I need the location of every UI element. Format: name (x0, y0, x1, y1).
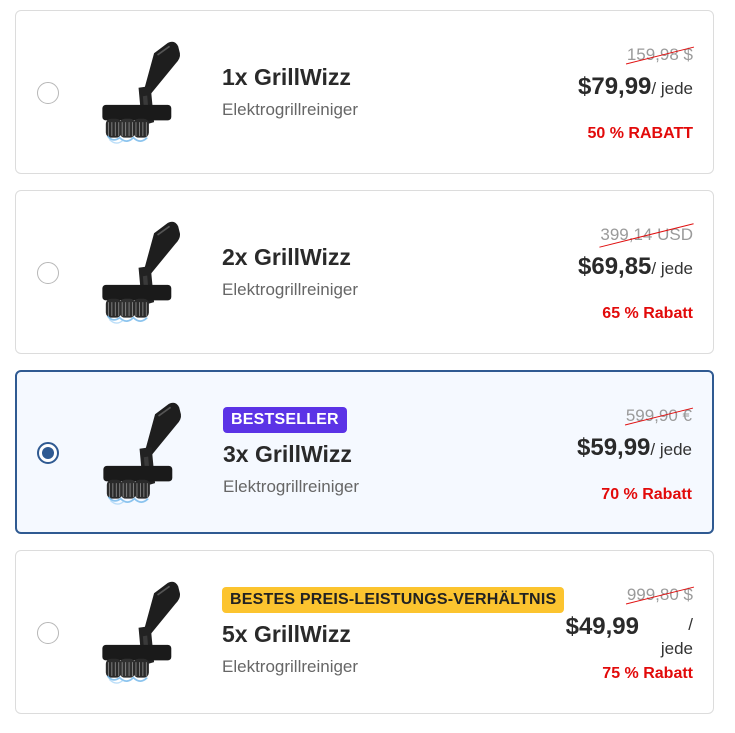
current-price: $79,99 (578, 73, 652, 100)
offer-subtitle: Elektrogrillreiniger (222, 100, 359, 119)
old-price: 159,98 $ (625, 45, 695, 65)
offer-card-4[interactable]: BESTES PREIS-LEISTUNGS-VERHÄLTNIS 5x Gri… (15, 550, 714, 714)
offer-badge: BESTSELLER (223, 407, 347, 433)
offer-title: 5x GrillWizz (222, 621, 351, 647)
price-unit: / jede (650, 440, 692, 459)
offer-radio[interactable] (37, 622, 59, 644)
discount-label: 75 % Rabatt (602, 665, 693, 682)
grill-cleaner-product-image (102, 401, 182, 505)
price-unit: / jede (651, 259, 693, 278)
offer-title: 3x GrillWizz (223, 441, 352, 467)
offer-subtitle: Elektrogrillreiniger (222, 280, 359, 299)
offer-radio[interactable] (37, 82, 59, 104)
price-row: $79,99/ jede (578, 73, 693, 101)
price-row: $49,99 / jede (566, 613, 693, 661)
offer-radio[interactable] (37, 442, 59, 464)
current-price: $69,85 (578, 253, 652, 280)
offer-card-2[interactable]: 2x GrillWizz Elektrogrillreiniger 399,14… (15, 190, 714, 354)
offer-info: 2x GrillWizz Elektrogrillreiniger (222, 191, 358, 353)
offer-info: 1x GrillWizz Elektrogrillreiniger (222, 11, 358, 173)
offer-card-3[interactable]: BESTSELLER 3x GrillWizz Elektrogrillrein… (15, 370, 714, 534)
price-unit: / jede (660, 615, 693, 658)
offer-info: BESTSELLER 3x GrillWizz Elektrogrillrein… (223, 372, 359, 532)
discount-label: 65 % Rabatt (602, 305, 693, 322)
discount-label: 70 % Rabatt (601, 486, 692, 503)
grill-cleaner-product-image (101, 220, 181, 324)
current-price: $59,99 (577, 434, 651, 461)
offer-subtitle: Elektrogrillreiniger (223, 477, 360, 496)
old-price: 999,80 $ (625, 585, 695, 605)
grill-cleaner-product-image (101, 580, 181, 684)
offer-title: 1x GrillWizz (222, 64, 351, 90)
old-price: 399,14 USD (599, 223, 694, 248)
old-price: 599,90 € (624, 406, 694, 426)
offer-radio[interactable] (37, 262, 59, 284)
price-row: $69,85/ jede (578, 253, 693, 281)
discount-label: 50 % RABATT (587, 125, 694, 142)
price-row: $59,99/ jede (577, 434, 692, 462)
offer-subtitle: Elektrogrillreiniger (222, 657, 359, 676)
current-price: $49,99 (565, 613, 639, 640)
offer-card-1[interactable]: 1x GrillWizz Elektrogrillreiniger 159,98… (15, 10, 714, 174)
grill-cleaner-product-image (101, 40, 181, 144)
offer-title: 2x GrillWizz (222, 244, 351, 270)
offer-badge: BESTES PREIS-LEISTUNGS-VERHÄLTNIS (222, 587, 565, 613)
price-unit: / jede (651, 79, 693, 98)
offer-info: BESTES PREIS-LEISTUNGS-VERHÄLTNIS 5x Gri… (222, 551, 565, 713)
